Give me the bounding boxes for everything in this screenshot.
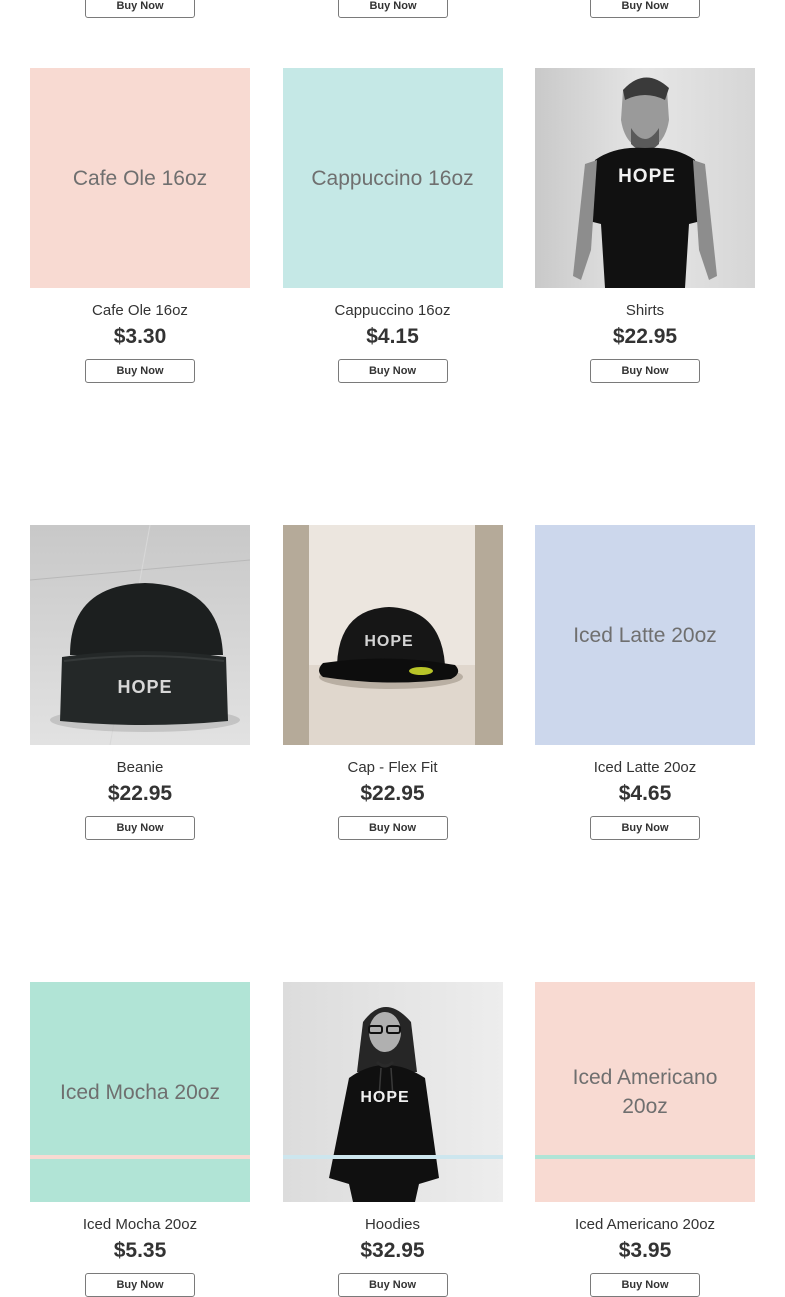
product-photo-hoodie[interactable]: HOPE — [282, 982, 503, 1202]
man-in-tshirt-photo: HOPE — [535, 68, 755, 288]
placeholder-label: Cappuccino 16oz — [311, 166, 474, 190]
hope-print: HOPE — [364, 633, 413, 650]
product-card: Iced Americano 20oz Iced Americano 20oz … — [535, 982, 755, 1297]
product-card: Iced Latte 20oz Iced Latte 20oz $4.65 Bu… — [535, 525, 755, 840]
product-card: HOPE Cap - Flex Fit $22.95 Buy Now — [282, 525, 503, 840]
product-price: $4.65 — [618, 782, 672, 805]
next-row-tile — [30, 1155, 250, 1159]
product-price: $22.95 — [360, 782, 425, 805]
product-name: Iced Americano 20oz — [574, 1216, 716, 1233]
buy-now-button[interactable]: Buy Now — [338, 0, 448, 18]
product-card: Cafe Ole 16oz Cafe Ole 16oz $3.30 Buy No… — [30, 68, 250, 383]
beanie-photo: HOPE — [30, 525, 250, 745]
product-image-placeholder[interactable]: Iced Latte 20oz — [535, 525, 755, 745]
product-name: Beanie — [116, 759, 164, 776]
buy-now-button[interactable]: Buy Now — [85, 1273, 195, 1297]
product-name: Hoodies — [364, 1216, 421, 1233]
product-name: Cafe Ole 16oz — [92, 302, 188, 319]
product-price: $32.95 — [360, 1239, 425, 1262]
product-price: $4.15 — [366, 325, 419, 348]
product-price: $3.95 — [618, 1239, 672, 1262]
product-price: $22.95 — [612, 325, 678, 348]
buy-now-button[interactable]: Buy Now — [85, 359, 195, 383]
product-card: HOPE Shirts $22.95 Buy Now — [535, 68, 755, 383]
placeholder-label: Cafe Ole 16oz — [72, 166, 208, 190]
next-row-tile — [535, 1155, 755, 1159]
buy-now-button[interactable]: Buy Now — [337, 816, 448, 840]
placeholder-label: Iced Americano 20oz — [572, 1066, 718, 1118]
buy-now-button[interactable]: Buy Now — [85, 816, 195, 840]
product-card: HOPE Beanie $22.95 Buy Now — [30, 525, 250, 840]
product-image-placeholder[interactable]: Cappuccino 16oz — [282, 68, 503, 288]
buy-now-button[interactable]: Buy Now — [85, 0, 195, 18]
product-price: $5.35 — [113, 1239, 167, 1262]
placeholder-label: Iced Mocha 20oz — [60, 1080, 220, 1104]
hope-print: HOPE — [618, 166, 676, 187]
product-name: Cap - Flex Fit — [347, 759, 438, 776]
product-image-placeholder[interactable]: Iced Mocha 20oz — [30, 982, 250, 1202]
product-image-placeholder[interactable]: Iced Americano 20oz — [535, 982, 755, 1202]
product-grid: Cafe Ole 16oz Cafe Ole 16oz $3.30 Buy No… — [30, 68, 755, 1297]
buy-now-button[interactable]: Buy Now — [590, 359, 700, 383]
placeholder-label: Iced Latte 20oz — [573, 623, 717, 647]
buy-now-button[interactable]: Buy Now — [590, 816, 700, 840]
product-photo-beanie[interactable]: HOPE — [30, 525, 250, 745]
product-card: Iced Mocha 20oz Iced Mocha 20oz $5.35 Bu… — [30, 982, 250, 1297]
product-photo-shirt[interactable]: HOPE — [535, 68, 755, 288]
product-name: Cappuccino 16oz — [334, 302, 451, 319]
product-card: Cappuccino 16oz Cappuccino 16oz $4.15 Bu… — [282, 68, 503, 383]
product-name: Shirts — [625, 302, 665, 319]
hope-print: HOPE — [117, 677, 172, 697]
product-photo-cap[interactable]: HOPE — [282, 525, 503, 745]
woman-in-hoodie-photo: HOPE — [282, 982, 503, 1202]
previous-row-buttons: Buy Now Buy Now Buy Now — [0, 0, 785, 20]
product-price: $22.95 — [107, 782, 173, 805]
product-name: Iced Mocha 20oz — [82, 1216, 198, 1233]
cap-photo: HOPE — [282, 525, 503, 745]
buy-now-button[interactable]: Buy Now — [590, 0, 700, 18]
buy-now-button[interactable]: Buy Now — [337, 1273, 448, 1297]
product-card: HOPE Hoodies $32.95 Buy Now — [282, 982, 503, 1297]
product-image-placeholder[interactable]: Cafe Ole 16oz — [30, 68, 250, 288]
hope-print: HOPE — [360, 1089, 409, 1106]
product-price: $3.30 — [113, 325, 167, 348]
product-name: Iced Latte 20oz — [593, 759, 697, 776]
next-row-tile — [283, 1155, 503, 1159]
buy-now-button[interactable]: Buy Now — [337, 359, 448, 383]
buy-now-button[interactable]: Buy Now — [590, 1273, 700, 1297]
